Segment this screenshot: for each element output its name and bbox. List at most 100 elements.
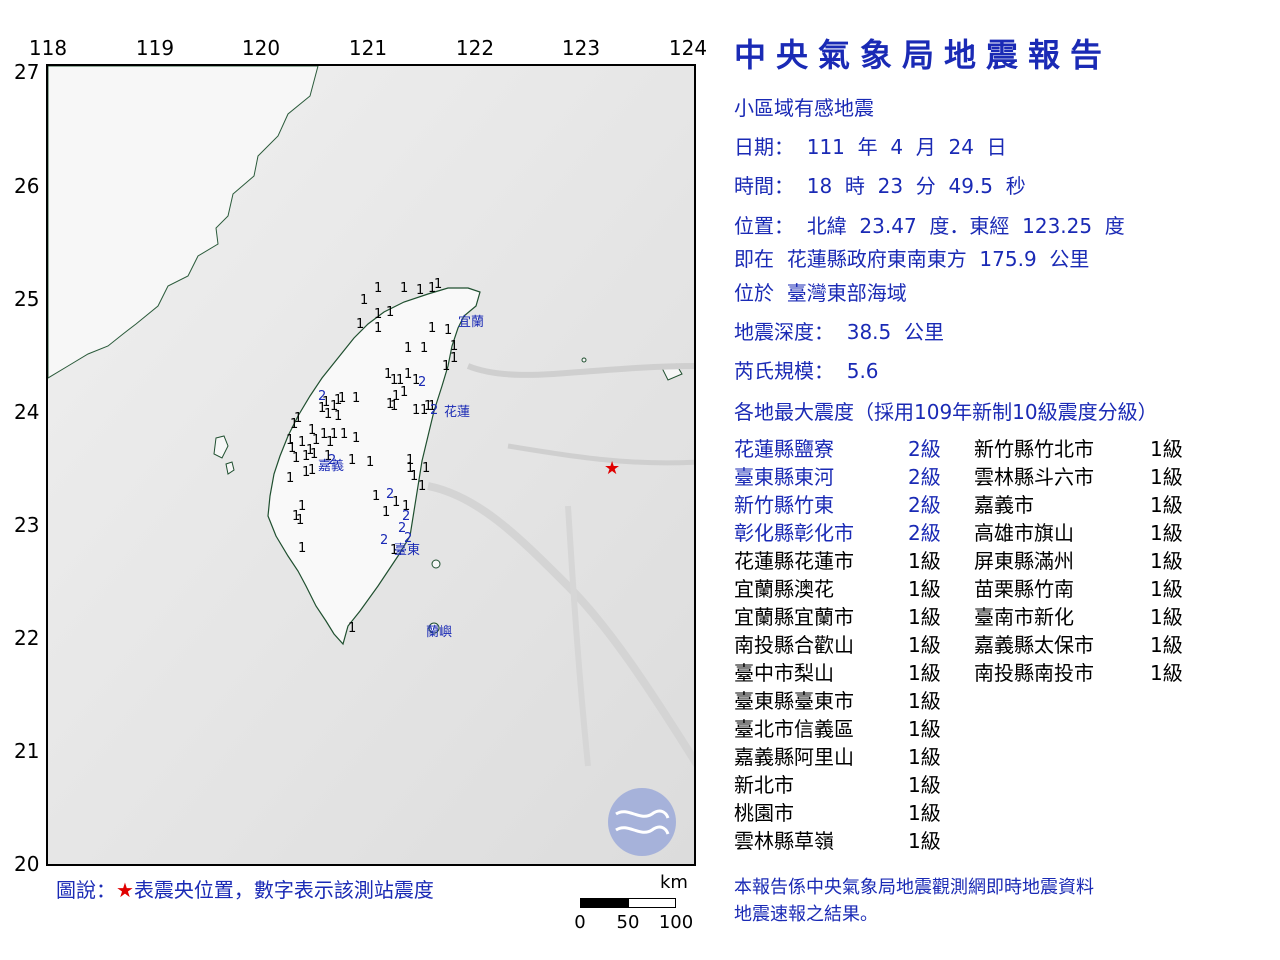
place-label: 嘉義 [318, 458, 344, 474]
intensity-level-right: 1級 [1150, 577, 1183, 601]
intensity-place-right: 新竹縣竹北市 [974, 437, 1094, 461]
intensity-place-left: 臺東縣東河 [734, 465, 834, 489]
intensity-level-right: 1級 [1150, 549, 1183, 573]
intensity-level-left: 1級 [908, 605, 941, 629]
lon-label-122: 122 [455, 36, 495, 60]
station-intensity: 1 [290, 417, 298, 432]
station-intensity: 1 [348, 453, 356, 468]
station-intensity: 1 [366, 455, 374, 470]
lat-label-24: 24 [14, 400, 40, 424]
lon-label-123: 123 [561, 36, 601, 60]
station-intensity: 1 [374, 307, 382, 322]
scale-tick-100: 100 [658, 912, 694, 933]
station-intensity: 1 [422, 461, 430, 476]
intensity-place-right: 雲林縣斗六市 [974, 465, 1094, 489]
intensity-level-right: 1級 [1150, 521, 1183, 545]
station-intensity: 1 [386, 397, 394, 412]
intensity-level-left: 1級 [908, 577, 941, 601]
station-intensity: 1 [348, 621, 356, 636]
legend-text: 表震央位置，數字表示該測站震度 [133, 878, 434, 902]
quake-relative-position: 即在 花蓮縣政府東南東方 175.9 公里 [734, 247, 1090, 271]
intensity-place-right: 高雄市旗山 [974, 521, 1074, 545]
place-label: 花蓮 [444, 404, 470, 420]
intensity-heading: 各地最大震度（採用109年新制10級震度分級） [734, 400, 1158, 424]
station-intensity: 1 [390, 373, 398, 388]
intensity-level-left: 1級 [908, 689, 941, 713]
quake-depth: 地震深度： 38.5 公里 [734, 320, 944, 344]
intensity-place-left: 宜蘭縣宜蘭市 [734, 605, 854, 629]
station-intensity: 1 [296, 513, 304, 528]
station-intensity: 2 [318, 389, 326, 404]
intensity-place-left: 新竹縣竹東 [734, 493, 834, 517]
lon-label-120: 120 [241, 36, 281, 60]
green-island [431, 559, 441, 569]
intensity-level-right: 1級 [1150, 661, 1183, 685]
cwb-logo-icon [608, 788, 676, 856]
intensity-place-left: 臺中市梨山 [734, 661, 834, 685]
epicenter-star-icon: ★ [116, 878, 134, 902]
footer-line-1: 本報告係中央氣象局地震觀測網即時地震資料 [734, 877, 1094, 898]
quake-magnitude: 芮氏規模： 5.6 [734, 359, 879, 383]
station-intensity: 1 [374, 321, 382, 336]
legend-prefix: 圖說： [56, 878, 116, 902]
intensity-level-right: 1級 [1150, 437, 1183, 461]
station-intensity: 1 [324, 407, 332, 422]
station-intensity: 1 [382, 505, 390, 520]
station-intensity: 1 [340, 427, 348, 442]
report-title: 中央氣象局地震報告 [734, 36, 1113, 74]
lon-label-121: 121 [348, 36, 388, 60]
intensity-place-left: 臺北市信義區 [734, 717, 854, 741]
station-intensity: 1 [434, 277, 442, 292]
station-intensity: 1 [352, 431, 360, 446]
station-intensity: 1 [372, 489, 380, 504]
intensity-place-left: 桃園市 [734, 801, 794, 825]
intensity-level-left: 2級 [908, 465, 941, 489]
lon-label-119: 119 [135, 36, 175, 60]
station-intensity: 1 [404, 341, 412, 356]
intensity-level-right: 1級 [1150, 493, 1183, 517]
lat-label-27: 27 [14, 60, 40, 84]
station-intensity: 1 [400, 385, 408, 400]
intensity-level-left: 1級 [908, 549, 941, 573]
station-intensity: 1 [400, 281, 408, 296]
quake-type: 小區域有感地震 [734, 96, 874, 120]
intensity-place-left: 宜蘭縣澳花 [734, 577, 834, 601]
intensity-level-left: 2級 [908, 437, 941, 461]
report-footer: 本報告係中央氣象局地震觀測網即時地震資料 地震速報之結果。 [734, 874, 1094, 928]
intensity-place-left: 雲林縣草嶺 [734, 829, 834, 853]
station-intensity: 2 [386, 487, 394, 502]
intensity-level-left: 2級 [908, 521, 941, 545]
intensity-place-left: 花蓮縣花蓮市 [734, 549, 854, 573]
scale-bar [580, 898, 676, 908]
intensity-place-left: 彰化縣彰化市 [734, 521, 854, 545]
station-intensity: 2 [418, 375, 426, 390]
lat-label-25: 25 [14, 287, 40, 311]
station-intensity: 1 [386, 305, 394, 320]
lat-label-22: 22 [14, 626, 40, 650]
station-intensity: 1 [416, 283, 424, 298]
quake-date: 日期： 111 年 4 月 24 日 [734, 135, 1007, 159]
intensity-level-left: 1級 [908, 717, 941, 741]
intensity-place-right: 臺南市新化 [974, 605, 1074, 629]
lon-label-124: 124 [668, 36, 708, 60]
intensity-level-left: 1級 [908, 745, 941, 769]
lat-label-23: 23 [14, 513, 40, 537]
intensity-place-left: 南投縣合歡山 [734, 633, 854, 657]
station-intensity: 2 [380, 533, 388, 548]
intensity-place-left: 嘉義縣阿里山 [734, 745, 854, 769]
station-intensity: 1 [444, 323, 452, 338]
intensity-level-left: 1級 [908, 773, 941, 797]
station-intensity: 1 [308, 463, 316, 478]
station-intensity: 1 [420, 403, 428, 418]
scale-unit: km [660, 872, 688, 893]
intensity-level-right: 1級 [1150, 465, 1183, 489]
station-intensity: 1 [418, 479, 426, 494]
intensity-level-left: 1級 [908, 829, 941, 853]
station-intensity: 1 [286, 471, 294, 486]
intensity-level-right: 1級 [1150, 605, 1183, 629]
intensity-place-right: 南投縣南投市 [974, 661, 1094, 685]
epicenter-map: 1111111111111111111111111111111111111111… [46, 64, 696, 866]
lat-label-20: 20 [14, 852, 40, 876]
quake-region: 位於 臺灣東部海域 [734, 281, 907, 305]
lat-label-21: 21 [14, 739, 40, 763]
